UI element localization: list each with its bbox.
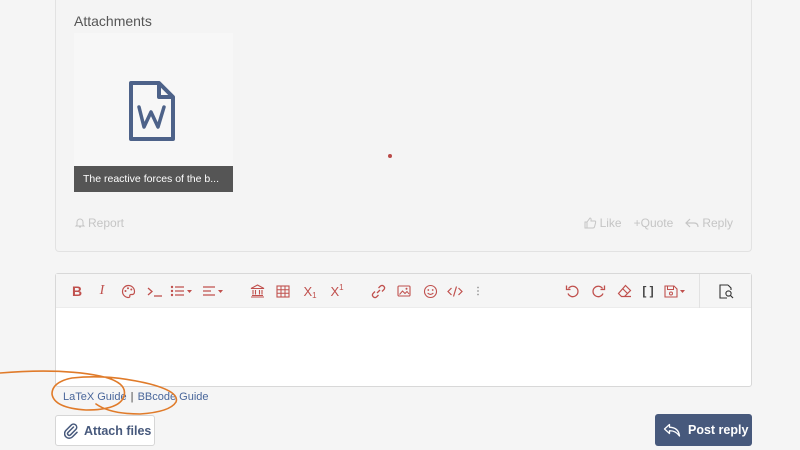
post-actions: Like +Quote Reply [584,216,733,230]
link-icon[interactable] [370,283,386,299]
post-reply-button[interactable]: Post reply [655,414,752,446]
brackets-icon[interactable]: [ ] [640,283,656,299]
paperclip-icon [64,422,78,439]
reply-arrow-icon [685,218,699,228]
subscript-icon[interactable]: X1 [301,283,319,300]
reply-button[interactable]: Reply [685,216,733,230]
attachment-filename: The reactive forces of the b... [74,166,233,192]
preview-button[interactable] [699,274,751,308]
post-block: Attachments The reactive forces of the b… [55,0,752,252]
image-icon[interactable] [396,283,412,299]
bbcode-guide-link[interactable]: BBcode Guide [138,391,209,403]
attach-files-button[interactable]: Attach files [55,415,155,446]
quote-button[interactable]: +Quote [634,216,674,230]
report-link[interactable]: Report [74,216,124,230]
post-reply-label: Post reply [688,423,749,437]
more-icon[interactable] [474,283,482,299]
attachment-card[interactable]: The reactive forces of the b... [74,33,233,192]
quote-label: +Quote [633,216,674,230]
attach-files-label: Attach files [84,423,152,438]
eraser-icon[interactable] [616,283,632,299]
save-draft-icon[interactable] [664,283,688,299]
message-editor[interactable]: B I X1 X1 [] [55,273,752,387]
like-button[interactable]: Like [584,216,622,230]
bold-icon[interactable]: B [70,283,84,299]
code-inline-icon[interactable] [145,283,163,299]
bank-icon[interactable] [249,283,265,299]
reply-label: Reply [702,216,733,230]
italic-icon[interactable]: I [96,283,108,299]
list-icon[interactable] [170,283,194,299]
table-icon[interactable] [275,283,291,299]
attachments-title: Attachments [74,13,152,29]
redo-icon[interactable] [590,283,606,299]
word-document-icon [129,81,175,141]
bell-icon [74,218,86,228]
smiley-icon[interactable] [422,283,438,299]
superscript-icon[interactable]: X1 [328,283,346,299]
like-label: Like [599,216,622,230]
thumbs-up-icon [584,217,596,229]
guides-separator: | [130,391,134,403]
text-color-icon[interactable] [120,283,136,299]
stray-dot [388,154,392,158]
editor-toolbar: B I X1 X1 [] [56,274,751,308]
latex-guide-link[interactable]: LaTeX Guide [63,391,127,403]
code-icon[interactable] [447,283,463,299]
preview-icon [718,283,733,299]
report-label: Report [88,216,125,230]
editor-text-area[interactable] [56,308,751,386]
align-icon[interactable] [202,283,226,299]
reply-icon [663,423,681,437]
undo-icon[interactable] [564,283,580,299]
editor-guides: LaTeX Guide | BBcode Guide [63,391,209,403]
